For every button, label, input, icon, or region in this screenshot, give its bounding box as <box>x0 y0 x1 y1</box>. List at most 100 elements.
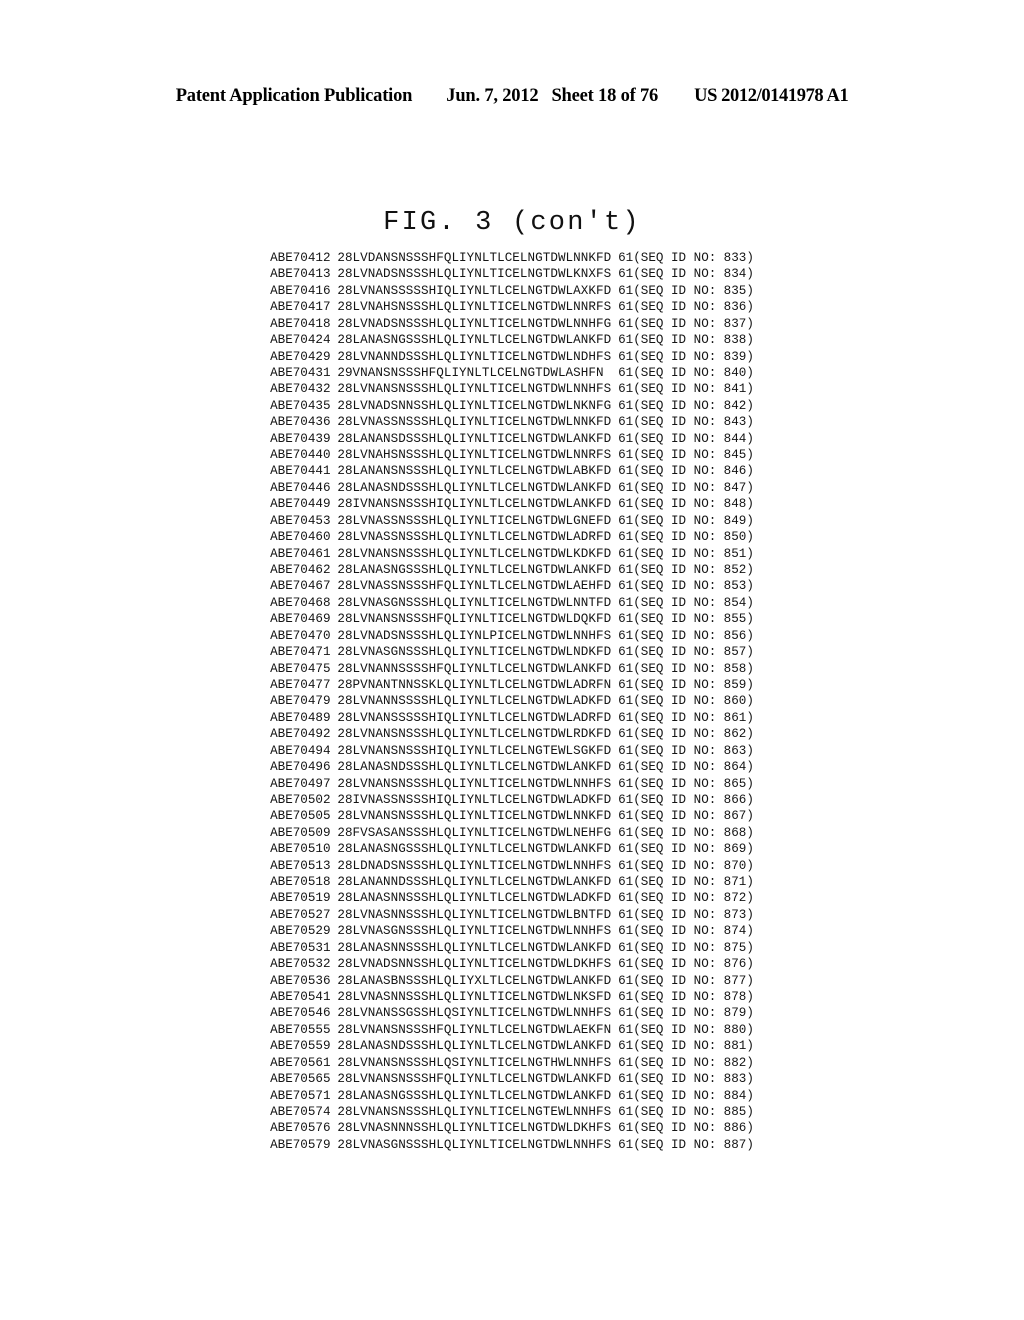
sequence-start-position: 28 <box>337 1039 353 1054</box>
sequence-row: ABE70449 28 IVNANSNSSSHIQLIYNLTLCELNGTDWLA… <box>270 496 754 512</box>
sequence-accession-id: ABE70492 <box>270 727 331 742</box>
sequence-accession-id: ABE70546 <box>270 1006 331 1021</box>
seq-id-number: 867 <box>723 809 747 824</box>
sequence-row: ABE70453 28 LVNASSNSSSHLQLIYNLTICELNGTDWLG… <box>270 513 754 529</box>
sequence-start-position: 28 <box>337 1072 353 1087</box>
seq-id-close-paren: ) <box>746 973 754 988</box>
seq-id-label: (SEQ ID NO: <box>633 875 717 890</box>
seq-id-label: (SEQ ID NO: <box>633 677 717 692</box>
sequence-accession-id: ABE70461 <box>270 546 331 561</box>
sequence-row: ABE70518 28 LANANNDSSSHLQLIYNLTLCELNGTDWLA… <box>270 874 754 890</box>
seq-id-close-paren: ) <box>746 907 754 922</box>
seq-id-number: 878 <box>723 989 747 1004</box>
seq-id-number: 862 <box>723 727 747 742</box>
sequence-end-position: 61 <box>618 743 634 758</box>
seq-id-label: (SEQ ID NO: <box>633 530 717 545</box>
sequence-row: ABE70546 28 LVNANSSGSSHLQSIYNLTICELNGTDWLN… <box>270 1005 754 1021</box>
sequence-row: ABE70574 28 LVNANSNSSSHLQLIYNLTICELNGTEWLN… <box>270 1104 754 1120</box>
sequence-start-position: 28 <box>337 1088 353 1103</box>
sequence-end-position: 61 <box>618 283 634 298</box>
amino-acid-sequence: LVNANSNSSSHFQLIYNLTICELNGTDWLDQKFD <box>352 612 612 627</box>
sequence-end-position: 61 <box>618 382 634 397</box>
seq-id-label: (SEQ ID NO: <box>633 973 717 988</box>
sequence-start-position: 28 <box>337 415 353 430</box>
seq-id-number: 843 <box>723 415 747 430</box>
seq-id-number: 839 <box>723 349 747 364</box>
seq-id-close-paren: ) <box>746 579 754 594</box>
sequence-row: ABE70510 28 LANASNGSSSHLQLIYNLTLCELNGTDWLA… <box>270 841 754 857</box>
sequence-end-position: 61 <box>618 300 634 315</box>
sequence-row: ABE70527 28 LVNASNNSSSHLQLIYNLTICELNGTDWLB… <box>270 907 754 923</box>
sequence-start-position: 28 <box>337 316 353 331</box>
amino-acid-sequence: LANASNGSSSHLQLIYNLTLCELNGTDWLANKFD <box>352 1088 612 1103</box>
sequence-accession-id: ABE70531 <box>270 940 331 955</box>
sequence-accession-id: ABE70536 <box>270 973 331 988</box>
sequence-end-position: 61 <box>618 957 634 972</box>
seq-id-close-paren: ) <box>746 792 754 807</box>
seq-id-number: 838 <box>723 333 747 348</box>
amino-acid-sequence: LANASNGSSSHLQLIYNLTLCELNGTDWLANKFD <box>352 333 612 348</box>
sequence-end-position: 61 <box>618 907 634 922</box>
seq-id-number: 849 <box>723 513 747 528</box>
seq-id-label: (SEQ ID NO: <box>633 661 717 676</box>
seq-id-close-paren: ) <box>746 612 754 627</box>
seq-id-number: 863 <box>723 743 747 758</box>
amino-acid-sequence: LANASNNSSSHLQLIYNLTLCELNGTDWLANKFD <box>352 940 612 955</box>
amino-acid-sequence: LVNASNNSSSHLQLIYNLTICELNGTDWLNKSFD <box>352 989 612 1004</box>
sequence-start-position: 28 <box>337 497 353 512</box>
seq-id-number: 864 <box>723 760 747 775</box>
seq-id-number: 844 <box>723 431 747 446</box>
sequence-accession-id: ABE70477 <box>270 677 331 692</box>
sequence-end-position: 61 <box>618 595 634 610</box>
sequence-accession-id: ABE70446 <box>270 480 331 495</box>
sequence-end-position: 61 <box>618 1022 634 1037</box>
sequence-row: ABE70571 28 LANASNGSSSHLQLIYNLTLCELNGTDWLA… <box>270 1088 754 1104</box>
seq-id-close-paren: ) <box>746 825 754 840</box>
sequence-end-position: 61 <box>618 398 634 413</box>
seq-id-close-paren: ) <box>746 1088 754 1103</box>
seq-id-close-paren: ) <box>746 316 754 331</box>
sequence-start-position: 28 <box>337 842 353 857</box>
seq-id-number: 836 <box>723 300 747 315</box>
sequence-accession-id: ABE70453 <box>270 513 331 528</box>
seq-id-close-paren: ) <box>746 924 754 939</box>
sequence-row: ABE70439 28 LANANSDSSSHLQLIYNLTICELNGTDWLA… <box>270 431 754 447</box>
amino-acid-sequence: LVNANSNSSSHIQLIYNLTLCELNGTEWLSGKFD <box>352 743 612 758</box>
sequence-row: ABE70497 28 LVNANSNSSSHLQLIYNLTICELNGTDWLN… <box>270 776 754 792</box>
amino-acid-sequence: LVNASSNSSSHLQLIYNLTLCELNGTDWLADRFD <box>352 530 612 545</box>
seq-id-close-paren: ) <box>746 727 754 742</box>
seq-id-label: (SEQ ID NO: <box>633 283 717 298</box>
sequence-row: ABE70468 28 LVNASGNSSSHLQLIYNLTICELNGTDWLN… <box>270 595 754 611</box>
seq-id-close-paren: ) <box>746 365 754 380</box>
sequence-accession-id: ABE70509 <box>270 825 331 840</box>
seq-id-number: 882 <box>723 1055 747 1070</box>
sequence-row: ABE70412 28 LVDANSNSSSHFQLIYNLTLCELNGTDWLN… <box>270 250 754 266</box>
seq-id-close-paren: ) <box>746 448 754 463</box>
amino-acid-sequence: LVNANSNSSSHLQLIYNLTICELNGTDWLNNHFS <box>352 776 612 791</box>
amino-acid-sequence: LVNANSNSSSHFQLIYNLTLCELNGTDWLANKFD <box>352 1072 612 1087</box>
sequence-row: ABE70429 28 LVNANNDSSSHLQLIYNLTICELNGTDWLN… <box>270 349 754 365</box>
sequence-accession-id: ABE70462 <box>270 563 331 578</box>
seq-id-number: 854 <box>723 595 747 610</box>
seq-id-close-paren: ) <box>746 382 754 397</box>
seq-id-close-paren: ) <box>746 415 754 430</box>
sequence-accession-id: ABE70576 <box>270 1121 331 1136</box>
seq-id-close-paren: ) <box>746 1121 754 1136</box>
sequence-end-position: 61 <box>618 940 634 955</box>
sequence-end-position: 61 <box>618 365 634 380</box>
seq-id-number: 853 <box>723 579 747 594</box>
sequence-start-position: 28 <box>337 727 353 742</box>
seq-id-close-paren: ) <box>746 776 754 791</box>
seq-id-number: 842 <box>723 398 747 413</box>
header-document-number: US 2012/0141978 A1 <box>694 86 849 106</box>
sequence-accession-id: ABE70518 <box>270 875 331 890</box>
sequence-start-position: 28 <box>337 1137 353 1152</box>
amino-acid-sequence: LVDANSNSSSHFQLIYNLTLCELNGTDWLNNKFD <box>352 251 612 265</box>
sequence-end-position: 61 <box>618 612 634 627</box>
seq-id-close-paren: ) <box>746 842 754 857</box>
seq-id-close-paren: ) <box>746 891 754 906</box>
sequence-row: ABE70461 28 LVNANSNSSSHLQLIYNLTLCELNGTDWLK… <box>270 546 754 562</box>
sequence-accession-id: ABE70505 <box>270 809 331 824</box>
sequence-start-position: 28 <box>337 1104 353 1119</box>
sequence-end-position: 61 <box>618 1104 634 1119</box>
